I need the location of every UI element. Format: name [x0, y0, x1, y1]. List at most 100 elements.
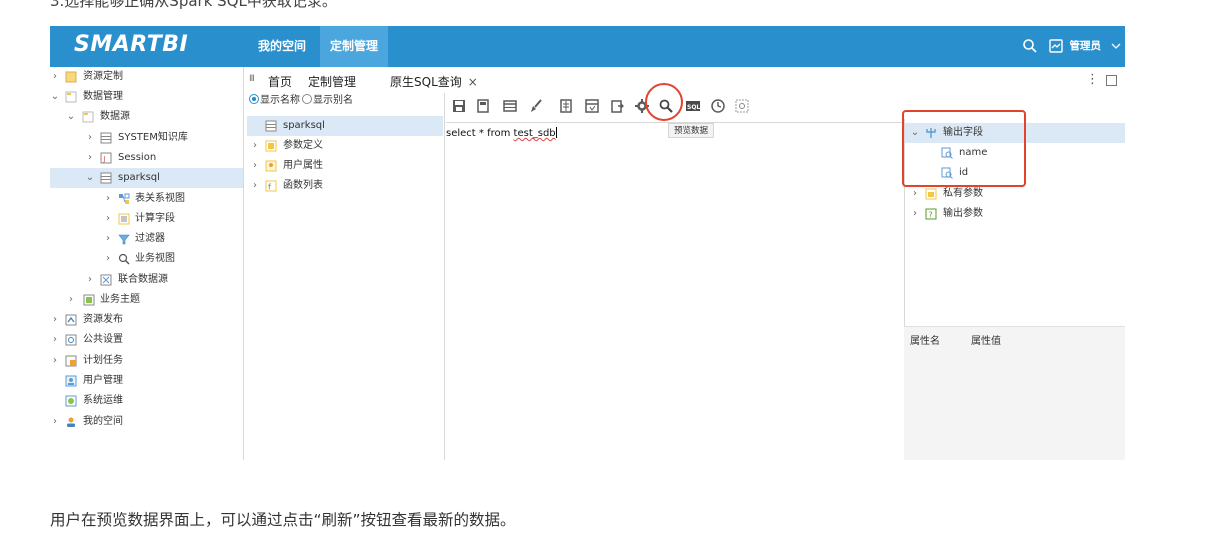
- relation-view-icon: [119, 193, 130, 204]
- output-param-icon: ?: [925, 208, 937, 220]
- tree-label: 业务主题: [100, 294, 140, 305]
- smartbi-app: SMARTBI 我的空间 定制管理 管理员 › 资源定制 ⌄ 数据管理 ⌄ 数据…: [50, 26, 1125, 460]
- clock-icon[interactable]: [710, 98, 726, 114]
- expand-arrow-icon[interactable]: ›: [50, 330, 60, 350]
- save-as-icon[interactable]: [475, 98, 491, 114]
- expand-arrow-icon[interactable]: ›: [50, 412, 60, 432]
- nav-my-space[interactable]: 我的空间: [248, 26, 316, 67]
- table-icon[interactable]: [502, 98, 518, 114]
- session-icon: J: [100, 152, 112, 164]
- tree-label: 系统运维: [83, 395, 123, 406]
- expand-arrow-icon[interactable]: ›: [66, 290, 76, 310]
- save-icon[interactable]: [451, 98, 467, 114]
- expand-arrow-icon[interactable]: ›: [910, 204, 920, 224]
- monitor-icon[interactable]: [1048, 38, 1064, 54]
- svg-text:?: ?: [929, 211, 933, 220]
- grid-settings-icon[interactable]: [734, 98, 750, 114]
- task-icon: [65, 355, 77, 367]
- collapse-arrow-icon[interactable]: ⌄: [85, 168, 95, 188]
- magnifier-icon: [118, 253, 130, 265]
- expand-arrow-icon[interactable]: ›: [85, 128, 95, 148]
- union-datasource-icon: [100, 274, 112, 286]
- expand-arrow-icon[interactable]: ›: [250, 156, 260, 176]
- collapse-arrow-icon[interactable]: ⌄: [50, 87, 60, 107]
- more-vertical-icon[interactable]: ⋮: [1086, 72, 1099, 87]
- radio-display-alias[interactable]: [302, 94, 312, 104]
- folder-icon: [82, 111, 94, 123]
- expand-arrow-icon[interactable]: ›: [50, 67, 60, 87]
- tree-label: SYSTEM知识库: [118, 132, 188, 143]
- expand-arrow-icon[interactable]: ›: [85, 270, 95, 290]
- tab-custom-management[interactable]: 定制管理: [300, 71, 364, 93]
- tree-item-sparksql[interactable]: ⌄ sparksql: [50, 168, 243, 188]
- collapse-arrow-icon[interactable]: ⌄: [66, 107, 76, 127]
- expand-arrow-icon[interactable]: ›: [85, 148, 95, 168]
- radio-display-alias-label[interactable]: 显示别名: [313, 95, 353, 106]
- expand-arrow-icon[interactable]: ›: [103, 189, 113, 209]
- mid-item-label: 用户属性: [283, 160, 323, 171]
- tab-home[interactable]: 首页: [260, 71, 300, 93]
- tree-label: 过滤器: [135, 233, 165, 244]
- chevron-down-icon[interactable]: [1110, 40, 1122, 52]
- param-icon: [265, 140, 277, 152]
- nav-custom-management[interactable]: 定制管理: [320, 26, 389, 67]
- export-icon[interactable]: [610, 98, 626, 114]
- svg-text:J: J: [103, 155, 106, 163]
- mid-item-sparksql[interactable]: sparksql: [247, 116, 443, 136]
- expand-arrow-icon[interactable]: ›: [250, 136, 260, 156]
- tree-label: 表关系视图: [135, 193, 185, 204]
- display-mode-radios: 显示名称 显示别名: [249, 93, 353, 109]
- search-icon[interactable]: [1022, 38, 1038, 54]
- app-header: SMARTBI 我的空间 定制管理 管理员: [50, 26, 1125, 67]
- maximize-icon[interactable]: [1106, 75, 1117, 86]
- highlight-circle: [645, 83, 683, 121]
- highlight-box: [902, 110, 1026, 187]
- tree-label: 公共设置: [83, 334, 123, 345]
- resource-tree: › 资源定制 ⌄ 数据管理 ⌄ 数据源 › SYSTEM知识库 › J Sess…: [50, 67, 244, 460]
- tab-native-sql-query[interactable]: 原生SQL查询 ×: [382, 71, 486, 93]
- properties-panel: 属性名 属性值: [904, 326, 1125, 460]
- expand-arrow-icon[interactable]: ›: [250, 176, 260, 196]
- user-attribute-icon: [265, 160, 277, 172]
- expand-arrow-icon[interactable]: ›: [103, 229, 113, 249]
- tree-label: 资源定制: [83, 71, 123, 82]
- expand-arrow-icon[interactable]: ›: [103, 209, 113, 229]
- sql-text[interactable]: select * from test_sdb: [446, 127, 557, 139]
- user-avatar-icon: [67, 417, 75, 427]
- mid-item-label: sparksql: [283, 120, 325, 131]
- function-icon: f: [265, 180, 277, 192]
- filter-icon: [118, 234, 130, 245]
- expand-arrow-icon[interactable]: ›: [50, 351, 60, 371]
- tree-label: 用户管理: [83, 375, 123, 386]
- sql-table-name: test_sdb: [513, 128, 556, 139]
- sql-editor[interactable]: select * from test_sdb: [446, 122, 904, 460]
- smartbi-logo[interactable]: SMARTBI: [74, 32, 188, 57]
- right-item-label: 私有参数: [943, 188, 983, 199]
- radio-display-name[interactable]: [249, 94, 259, 104]
- tab-grip-icon[interactable]: III: [249, 74, 255, 84]
- sql-icon[interactable]: SQL: [685, 98, 701, 114]
- brush-icon[interactable]: [528, 98, 544, 114]
- sql-badge-text: SQL: [687, 104, 700, 111]
- expand-arrow-icon[interactable]: ›: [50, 310, 60, 330]
- radio-display-name-label[interactable]: 显示名称: [260, 95, 300, 106]
- tree-label: sparksql: [118, 172, 160, 183]
- tree-label: 数据管理: [83, 91, 123, 102]
- preview-data-tooltip: 预览数据: [668, 123, 715, 138]
- settings-folder-icon: [65, 334, 77, 346]
- business-topic-icon: [83, 294, 95, 306]
- tree-label: 业务视图: [135, 253, 175, 264]
- expand-arrow-icon[interactable]: ›: [103, 249, 113, 269]
- close-icon[interactable]: ×: [468, 75, 478, 89]
- sql-prefix: select * from: [446, 128, 514, 139]
- prop-value-header: 属性值: [971, 336, 1001, 347]
- field-edit-icon[interactable]: [584, 98, 600, 114]
- expand-arrow-icon[interactable]: ›: [910, 184, 920, 204]
- user-menu[interactable]: 管理员: [1070, 26, 1102, 67]
- folder-icon: [65, 91, 77, 103]
- document-icon[interactable]: [558, 98, 574, 114]
- private-param-icon: [925, 188, 937, 200]
- tree-label: 计划任务: [83, 355, 123, 366]
- tree-label: Session: [118, 152, 157, 163]
- tab-label: 原生SQL查询: [390, 75, 462, 89]
